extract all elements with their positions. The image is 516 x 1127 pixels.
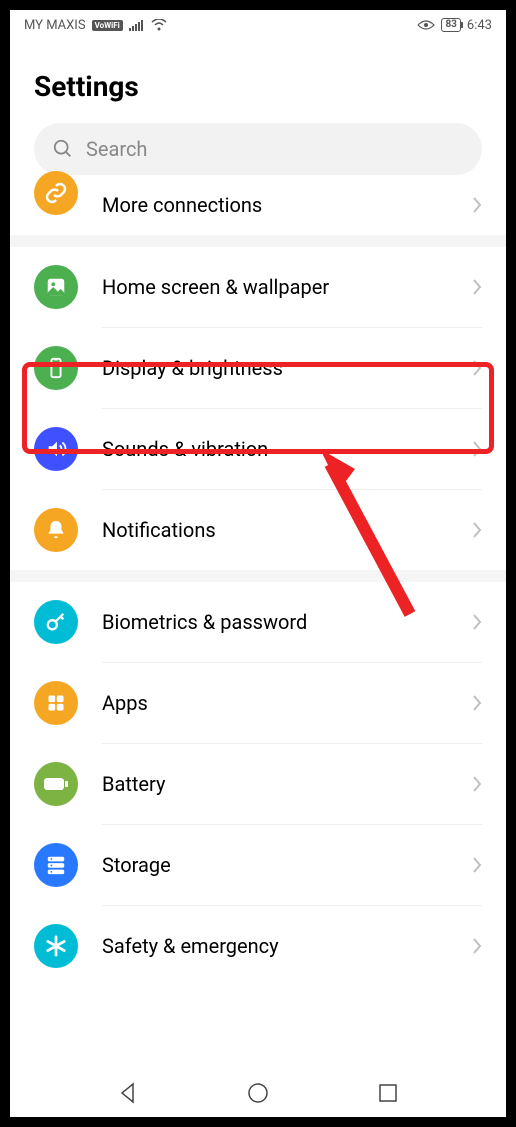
setting-label: Apps	[102, 691, 448, 715]
chevron-right-icon	[472, 613, 482, 631]
setting-label: Storage	[102, 853, 448, 877]
setting-item-display-brightness[interactable]: Display & brightness	[10, 328, 506, 408]
page-title: Settings	[10, 40, 506, 123]
phone-icon	[34, 346, 78, 390]
setting-label: Home screen & wallpaper	[102, 275, 448, 299]
clock: 6:43	[467, 18, 492, 33]
group-divider	[10, 235, 506, 247]
setting-label: Battery	[102, 772, 448, 796]
setting-label: Biometrics & password	[102, 610, 448, 634]
search-placeholder: Search	[86, 137, 147, 161]
bell-icon	[34, 508, 78, 552]
setting-item-biometrics[interactable]: Biometrics & password	[10, 582, 506, 662]
chevron-right-icon	[472, 521, 482, 539]
battery-indicator: 83	[441, 18, 460, 32]
signal-icon	[129, 19, 145, 31]
search-input[interactable]: Search	[34, 123, 482, 175]
asterisk-icon	[34, 924, 78, 968]
setting-item-safety[interactable]: Safety & emergency	[10, 906, 506, 976]
setting-item-battery[interactable]: Battery	[10, 744, 506, 824]
image-icon	[34, 265, 78, 309]
chevron-right-icon	[472, 196, 482, 214]
chevron-right-icon	[472, 278, 482, 296]
status-bar: MY MAXIS VoWiFi 83 6:43	[10, 10, 506, 40]
link-icon	[34, 171, 78, 215]
setting-label: Safety & emergency	[102, 934, 448, 958]
setting-item-home-screen[interactable]: Home screen & wallpaper	[10, 247, 506, 327]
setting-label: Notifications	[102, 518, 448, 542]
recent-button[interactable]	[376, 1081, 400, 1105]
setting-item-more-connections[interactable]: More connections	[10, 189, 506, 235]
chevron-right-icon	[472, 775, 482, 793]
back-button[interactable]	[116, 1081, 140, 1105]
group-divider	[10, 570, 506, 582]
setting-label: Display & brightness	[102, 356, 448, 380]
setting-label: Sounds & vibration	[102, 437, 448, 461]
vowifi-badge: VoWiFi	[92, 20, 123, 31]
setting-item-sounds[interactable]: Sounds & vibration	[10, 409, 506, 489]
chevron-right-icon	[472, 440, 482, 458]
chevron-right-icon	[472, 359, 482, 377]
battery-icon	[34, 762, 78, 806]
grid-icon	[34, 681, 78, 725]
storage-icon	[34, 843, 78, 887]
chevron-right-icon	[472, 937, 482, 955]
carrier-label: MY MAXIS	[24, 18, 86, 33]
setting-item-storage[interactable]: Storage	[10, 825, 506, 905]
wifi-icon	[151, 19, 167, 31]
setting-item-apps[interactable]: Apps	[10, 663, 506, 743]
eye-icon	[417, 19, 435, 31]
setting-item-notifications[interactable]: Notifications	[10, 490, 506, 570]
home-button[interactable]	[246, 1081, 270, 1105]
navigation-bar	[10, 1069, 506, 1117]
chevron-right-icon	[472, 694, 482, 712]
setting-label: More connections	[102, 193, 448, 217]
key-icon	[34, 600, 78, 644]
search-icon	[52, 138, 74, 160]
speaker-icon	[34, 427, 78, 471]
chevron-right-icon	[472, 856, 482, 874]
